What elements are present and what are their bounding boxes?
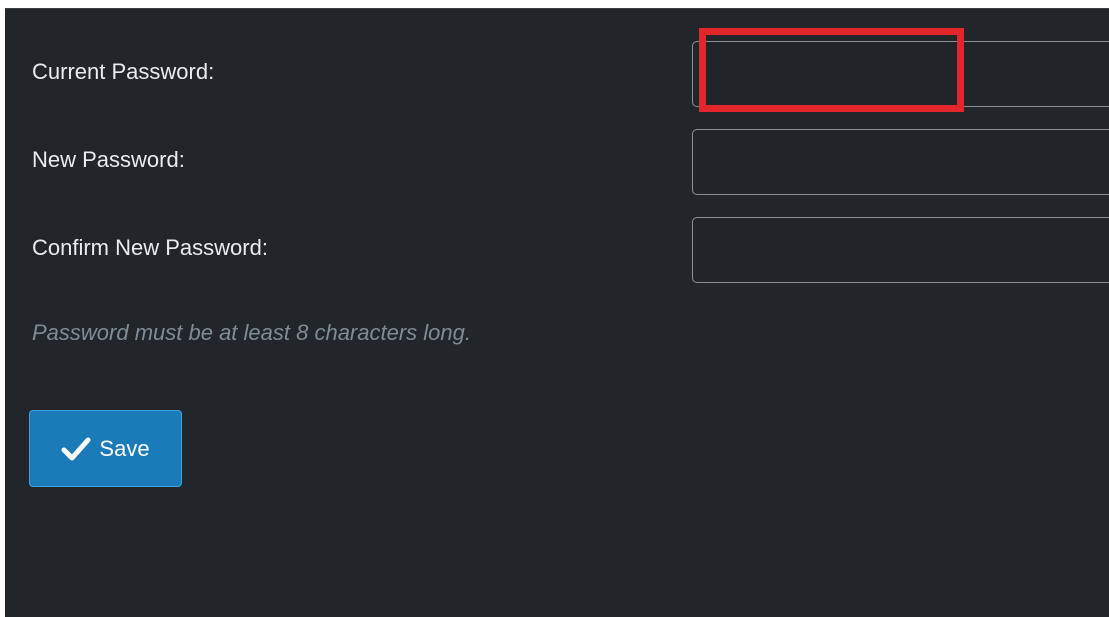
save-button[interactable]: Save (29, 410, 182, 487)
change-password-panel: Current Password: New Password: Confirm … (5, 8, 1109, 617)
confirm-password-label: Confirm New Password: (32, 235, 268, 260)
password-hint: Password must be at least 8 characters l… (32, 320, 471, 345)
current-password-label: Current Password: (32, 59, 215, 84)
new-password-input[interactable] (692, 129, 1109, 195)
checkmark-icon (61, 436, 91, 462)
top-strip (0, 0, 1109, 8)
current-password-input[interactable] (692, 41, 1109, 107)
confirm-password-input[interactable] (692, 217, 1109, 283)
save-button-label: Save (99, 435, 150, 461)
new-password-label: New Password: (32, 147, 185, 172)
